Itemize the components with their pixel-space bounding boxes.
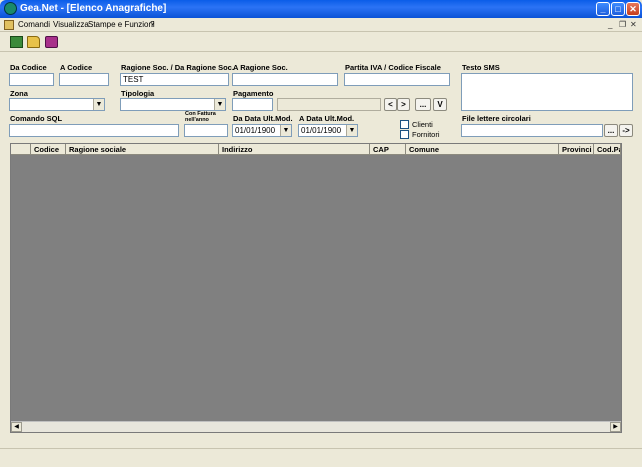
a-data-picker[interactable]: 01/01/1900 ▼ xyxy=(298,124,358,137)
clienti-label: Clienti xyxy=(412,120,433,129)
a-data-value: 01/01/1900 xyxy=(301,126,342,135)
new-record-icon[interactable] xyxy=(10,36,23,48)
next-button[interactable]: > xyxy=(397,98,410,111)
partita-iva-label: Partita IVA / Codice Fiscale xyxy=(345,63,441,72)
menu-stampe-funzioni[interactable]: Stampe e Funzioni xyxy=(88,20,155,29)
column-comune[interactable]: Comune xyxy=(406,144,559,155)
records-grid[interactable]: Codice Ragione sociale Indirizzo CAP Com… xyxy=(10,143,622,433)
menu-bar: Comandi Visualizza Stampe e Funzioni ? _… xyxy=(0,18,642,32)
column-provincia[interactable]: Provinci xyxy=(559,144,594,155)
books-icon[interactable] xyxy=(45,36,58,48)
column-cap[interactable]: CAP xyxy=(370,144,406,155)
mdi-restore-button[interactable]: ❐ xyxy=(619,20,626,29)
con-fattura-label: Con Fattura nell'anno xyxy=(185,111,216,123)
v-button[interactable]: V xyxy=(433,98,447,111)
grid-row-selector-header xyxy=(11,144,31,155)
horizontal-scrollbar[interactable]: ◀ ▶ xyxy=(11,421,621,432)
fornitori-label: Fornitori xyxy=(412,130,440,139)
da-data-value: 01/01/1900 xyxy=(235,126,276,135)
da-codice-input[interactable] xyxy=(9,73,54,86)
status-bar xyxy=(0,448,642,467)
a-codice-label: A Codice xyxy=(60,63,93,72)
scroll-left-icon[interactable]: ◀ xyxy=(11,422,22,432)
partita-iva-input[interactable] xyxy=(344,73,450,86)
scroll-right-icon[interactable]: ▶ xyxy=(610,422,621,432)
a-ragione-soc-label: A Ragione Soc. xyxy=(233,63,288,72)
pagamento-desc-field xyxy=(277,98,381,111)
prev-button[interactable]: < xyxy=(384,98,397,111)
fornitori-checkbox[interactable] xyxy=(400,130,409,139)
file-browse-button[interactable]: ... xyxy=(604,124,618,137)
menu-comandi[interactable]: Comandi xyxy=(18,20,50,29)
column-cod-pa[interactable]: Cod.Pa xyxy=(594,144,621,155)
toolbar xyxy=(0,32,642,52)
a-ragione-soc-input[interactable] xyxy=(232,73,338,86)
pagamento-label: Pagamento xyxy=(233,89,274,98)
file-lettere-label: File lettere circolari xyxy=(462,114,531,123)
chevron-down-icon[interactable]: ▼ xyxy=(346,125,357,136)
file-lettere-input[interactable] xyxy=(461,124,603,137)
ragione-soc-input[interactable]: TEST xyxy=(120,73,229,86)
mdi-close-button[interactable]: ✕ xyxy=(630,20,637,29)
chevron-down-icon[interactable]: ▼ xyxy=(214,99,225,110)
comando-sql-input[interactable] xyxy=(9,124,179,137)
file-go-button[interactable]: -> xyxy=(619,124,633,137)
da-data-label: Da Data Ult.Mod. xyxy=(233,114,293,123)
app-globe-icon xyxy=(4,2,17,15)
testo-sms-textarea[interactable] xyxy=(461,73,633,111)
da-data-picker[interactable]: 01/01/1900 ▼ xyxy=(232,124,292,137)
a-codice-input[interactable] xyxy=(59,73,109,86)
column-ragione-sociale[interactable]: Ragione sociale xyxy=(66,144,219,155)
open-folder-icon[interactable] xyxy=(27,36,40,48)
close-button[interactable]: ✕ xyxy=(626,2,640,16)
tipologia-select[interactable]: ▼ xyxy=(120,98,226,111)
minimize-button[interactable]: _ xyxy=(596,2,610,16)
window-title: Gea.Net - [Elenco Anagrafiche] xyxy=(20,3,167,14)
zona-label: Zona xyxy=(10,89,28,98)
da-codice-label: Da Codice xyxy=(10,63,47,72)
chevron-down-icon[interactable]: ▼ xyxy=(280,125,291,136)
clienti-checkbox[interactable] xyxy=(400,120,409,129)
menu-help[interactable]: ? xyxy=(150,20,154,29)
comando-sql-label: Comando SQL xyxy=(10,114,63,123)
pagamento-browse-button[interactable]: ... xyxy=(415,98,431,111)
zona-select[interactable]: ▼ xyxy=(9,98,105,111)
column-codice[interactable]: Codice xyxy=(31,144,66,155)
chevron-down-icon[interactable]: ▼ xyxy=(93,99,104,110)
con-fattura-input[interactable] xyxy=(184,124,228,137)
maximize-button[interactable]: □ xyxy=(611,2,625,16)
column-indirizzo[interactable]: Indirizzo xyxy=(219,144,370,155)
ragione-soc-label: Ragione Soc. / Da Ragione Soc. xyxy=(121,63,234,72)
grid-header: Codice Ragione sociale Indirizzo CAP Com… xyxy=(11,144,621,155)
menu-visualizza[interactable]: Visualizza xyxy=(53,20,89,29)
mdi-minimize-button[interactable]: _ xyxy=(608,20,612,29)
testo-sms-label: Testo SMS xyxy=(462,63,500,72)
pagamento-code-input[interactable] xyxy=(232,98,273,111)
a-data-label: A Data Ult.Mod. xyxy=(299,114,355,123)
document-menu-icon[interactable] xyxy=(4,20,14,30)
title-bar[interactable]: Gea.Net - [Elenco Anagrafiche] _ □ ✕ xyxy=(0,0,642,18)
tipologia-label: Tipologia xyxy=(121,89,155,98)
